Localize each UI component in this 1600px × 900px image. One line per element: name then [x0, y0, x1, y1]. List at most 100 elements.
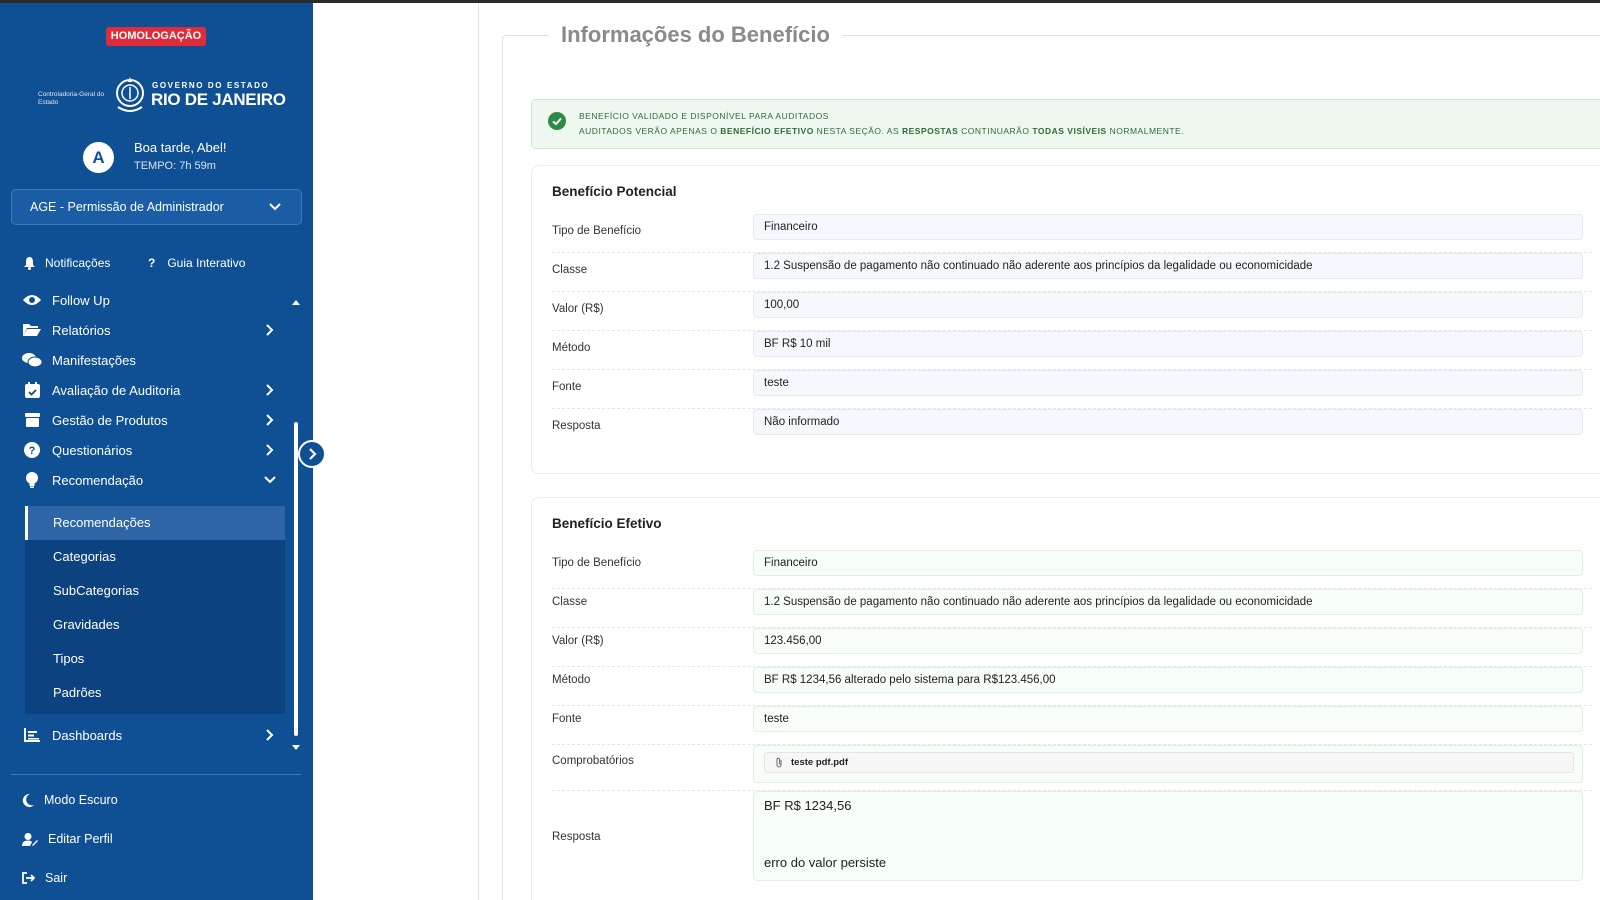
- check-circle-icon: [548, 112, 566, 130]
- potential-method-row: Método BF R$ 10 mil: [552, 331, 1592, 370]
- effective-value-value: 123.456,00: [753, 628, 1583, 654]
- potential-source-value: teste: [753, 370, 1583, 396]
- chevron-right-icon: [266, 729, 274, 741]
- avatar[interactable]: A: [83, 142, 114, 173]
- environment-badge: HOMOLOGAÇÃO: [106, 27, 206, 46]
- window-top-border: [0, 0, 1600, 3]
- field-label: Método: [552, 674, 591, 686]
- permission-select-value: AGE - Permissão de Administrador: [30, 200, 224, 214]
- sidebar-collapse-button[interactable]: [298, 440, 326, 468]
- scroll-up-arrow-icon[interactable]: [292, 300, 300, 305]
- sign-out-icon: [22, 872, 35, 884]
- effective-source-value: teste: [753, 706, 1583, 732]
- field-label: Tipo de Benefício: [552, 557, 642, 569]
- effective-type-row: Tipo de Benefício Financeiro: [552, 550, 1592, 589]
- submenu-item-severities[interactable]: Gravidades: [25, 608, 285, 642]
- effective-answer-value: BF R$ 1234,56 erro do valor persiste: [753, 791, 1583, 881]
- potential-value-row: Valor (R$) 100,00: [552, 292, 1592, 331]
- field-label: Tipo de Benefício: [552, 225, 642, 237]
- chevron-right-icon: [266, 384, 274, 396]
- potential-answer-value: Não informado: [753, 409, 1583, 435]
- question-icon: ?: [148, 256, 156, 270]
- chevron-down-icon: [264, 476, 276, 484]
- scroll-down-arrow-icon[interactable]: [292, 745, 300, 750]
- potential-source-row: Fonte teste: [552, 370, 1592, 409]
- section-title: Informações do Benefício: [549, 22, 842, 48]
- effective-value-row: Valor (R$) 123.456,00: [552, 628, 1592, 667]
- dark-mode-toggle[interactable]: Modo Escuro: [22, 793, 118, 807]
- logout-link[interactable]: Sair: [22, 871, 67, 885]
- menu-label: Dashboards: [52, 727, 123, 743]
- answer-line: erro do valor persiste: [764, 855, 887, 870]
- menu-item-manifestations[interactable]: Manifestações: [0, 345, 290, 375]
- logout-label: Sair: [45, 871, 68, 885]
- logo-org-text: Controladoria-Geral do Estado: [38, 91, 105, 106]
- menu-label: Avaliação de Auditoria: [52, 382, 181, 398]
- menu-label: Gestão de Produtos: [52, 412, 168, 428]
- menu-label: Recomendação: [52, 472, 144, 488]
- submenu-item-subcategories[interactable]: SubCategorias: [25, 574, 285, 608]
- guide-link[interactable]: ? Guia Interativo: [148, 256, 245, 270]
- guide-label: Guia Interativo: [167, 256, 246, 270]
- menu-item-questionnaires[interactable]: ? Questionários: [0, 435, 290, 465]
- attachment-file-chip[interactable]: teste pdf.pdf: [764, 752, 1574, 773]
- effective-method-row: Método BF R$ 1234,56 alterado pelo siste…: [552, 667, 1592, 706]
- field-label: Fonte: [552, 713, 582, 725]
- potential-method-value: BF R$ 10 mil: [753, 331, 1583, 357]
- paperclip-icon: [776, 757, 782, 768]
- effective-benefit-card: Benefício Efetivo Tipo de Benefício Fina…: [531, 497, 1600, 900]
- validation-alert: BENEFÍCIO VALIDADO E DISPONÍVEL PARA AUD…: [531, 99, 1600, 149]
- potential-type-value: Financeiro: [753, 214, 1583, 240]
- card-title: Benefício Efetivo: [552, 516, 662, 531]
- submenu-item-standards[interactable]: Padrões: [25, 676, 285, 710]
- active-indicator: [25, 506, 28, 540]
- state-seal-icon: [116, 77, 144, 112]
- card-title: Benefício Potencial: [552, 184, 677, 199]
- field-label: Valor (R$): [552, 303, 604, 315]
- permission-select[interactable]: AGE - Permissão de Administrador: [11, 189, 302, 225]
- menu-item-product-management[interactable]: Gestão de Produtos: [0, 405, 290, 435]
- logo-gov-line2: RIO DE JANEIRO: [151, 90, 286, 109]
- logo-gov-line1: GOVERNO DO ESTADO: [152, 81, 270, 90]
- dark-mode-label: Modo Escuro: [44, 793, 118, 807]
- moon-icon: [22, 793, 34, 807]
- effective-answer-row: Resposta BF R$ 1234,56 erro do valor per…: [552, 791, 1592, 891]
- user-greeting: Boa tarde, Abel!: [134, 140, 227, 155]
- chevron-right-icon: [309, 448, 317, 460]
- menu-item-dashboards[interactable]: Dashboards: [0, 720, 290, 750]
- menu-item-audit-evaluation[interactable]: Avaliação de Auditoria: [0, 375, 290, 405]
- calendar-check-icon: [22, 380, 42, 400]
- potential-type-row: Tipo de Benefício Financeiro: [552, 214, 1592, 253]
- session-timer: TEMPO: 7h 59m: [134, 160, 216, 172]
- sidebar: HOMOLOGAÇÃO Controladoria-Geral do Estad…: [0, 3, 313, 900]
- question-circle-icon: ?: [22, 440, 42, 460]
- chevron-down-icon: [269, 203, 281, 211]
- potential-answer-row: Resposta Não informado: [552, 409, 1592, 448]
- logo[interactable]: Controladoria-Geral do Estado GOVERNO DO…: [38, 73, 286, 117]
- field-label: Comprobatórios: [552, 755, 634, 767]
- notifications-link[interactable]: Notificações: [24, 256, 110, 270]
- effective-class-value: 1.2 Suspensão de pagamento não continuad…: [753, 589, 1583, 615]
- effective-method-value: BF R$ 1234,56 alterado pelo sistema para…: [753, 667, 1583, 693]
- submenu-item-categories[interactable]: Categorias: [25, 540, 285, 574]
- submenu-item-types[interactable]: Tipos: [25, 642, 285, 676]
- menu-label: Manifestações: [52, 352, 136, 368]
- potential-class-row: Classe 1.2 Suspensão de pagamento não co…: [552, 253, 1592, 292]
- lightbulb-icon: [22, 470, 42, 490]
- menu-label: Questionários: [52, 442, 133, 458]
- menu-item-follow-up[interactable]: Follow Up: [0, 285, 290, 315]
- recommendation-submenu: Recomendações Categorias SubCategorias G…: [25, 506, 285, 714]
- attachments-box: teste pdf.pdf: [753, 745, 1583, 783]
- submenu-item-recommendations[interactable]: Recomendações: [25, 506, 285, 540]
- effective-class-row: Classe 1.2 Suspensão de pagamento não co…: [552, 589, 1592, 628]
- potential-benefit-card: Benefício Potencial Tipo de Benefício Fi…: [531, 165, 1600, 474]
- sidebar-scrollbar[interactable]: [294, 422, 298, 736]
- field-label: Resposta: [552, 831, 601, 843]
- effective-source-row: Fonte teste: [552, 706, 1592, 745]
- edit-profile-link[interactable]: Editar Perfil: [22, 832, 113, 846]
- user-edit-icon: [22, 832, 38, 846]
- menu-item-reports[interactable]: Relatórios: [0, 315, 290, 345]
- bell-icon: [24, 256, 35, 270]
- menu-item-recommendation[interactable]: Recomendação: [0, 465, 290, 495]
- chevron-right-icon: [266, 414, 274, 426]
